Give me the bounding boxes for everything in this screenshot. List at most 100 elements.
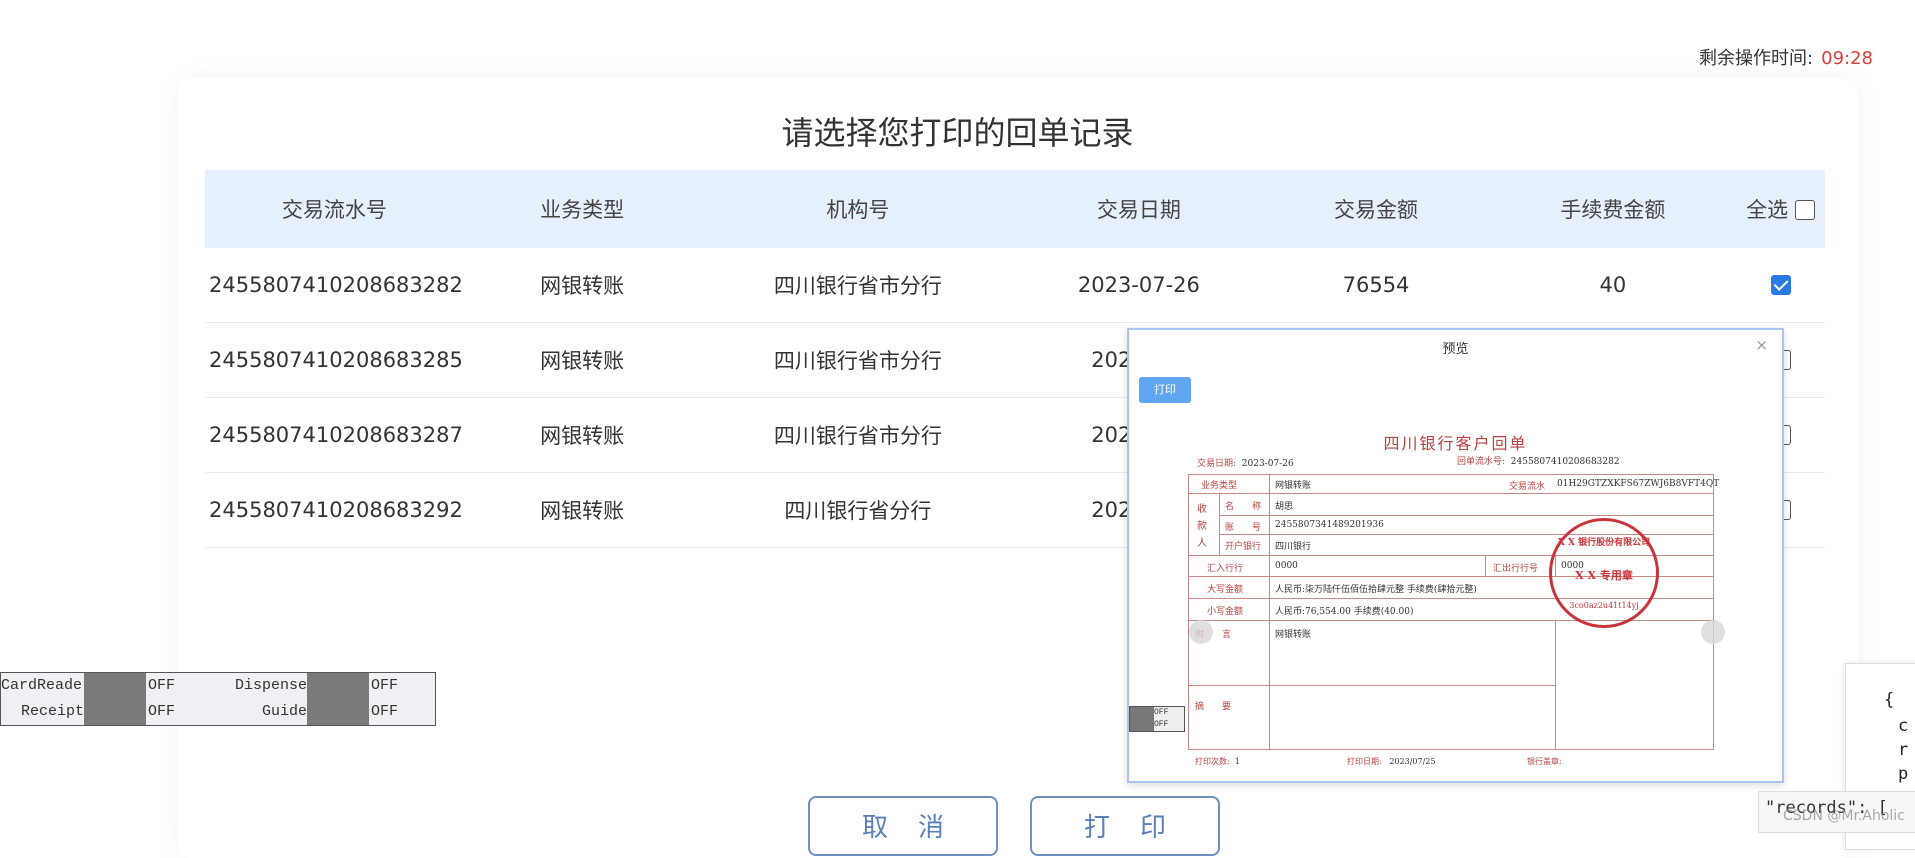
name-label: 名 称 — [1225, 502, 1262, 512]
cell-org: 四川银行省市分行 — [700, 397, 1016, 473]
timer-value: 09:28 — [1821, 48, 1873, 69]
guide-indicator — [307, 699, 369, 725]
col-org: 机构号 — [700, 170, 1016, 248]
receipt-number: 回单流水号: 2455807410208683282 — [1457, 454, 1620, 467]
cell-org: 四川银行省分行 — [700, 472, 1016, 548]
page-title: 请选择您打印的回单记录 — [781, 114, 1134, 152]
biz-type-label: 业务类型 — [1201, 481, 1238, 491]
preview-title: 预览 — [1442, 342, 1469, 357]
guide-state: OFF — [371, 703, 399, 720]
cell-serial: 2455807410208683282 — [205, 248, 464, 323]
cell-type: 网银转账 — [463, 397, 701, 473]
cell-date: 2023-07-26 — [1015, 248, 1263, 323]
print-count-label: 打印次数: — [1195, 757, 1230, 766]
bank-seal-stamp: X X 银行股份有限公司 X X 专用章 3co0az2u41t14yj — [1549, 518, 1659, 628]
mini-state: OFF — [1154, 720, 1169, 729]
receipt-date: 交易日期: 2023-07-26 — [1197, 456, 1294, 469]
seal-top-text: X X 银行股份有限公司 — [1557, 538, 1651, 548]
mini-indicator — [1130, 719, 1154, 731]
summary-label: 摘 要 — [1195, 702, 1232, 712]
cell-org: 四川银行省市分行 — [700, 248, 1016, 323]
mini-state: OFF — [1154, 708, 1169, 717]
bank-seal-label: 银行盖章: — [1527, 757, 1562, 766]
card-reader-state: OFF — [148, 677, 176, 694]
row-checkbox[interactable] — [1770, 275, 1791, 295]
select-all-label: 全选 — [1746, 198, 1789, 222]
cancel-button[interactable]: 取消 — [808, 796, 998, 856]
receipt-date-label: 交易日期: — [1197, 459, 1237, 469]
bank-value: 四川银行 — [1275, 542, 1312, 552]
receipt-state: OFF — [148, 703, 176, 720]
in-bank-label: 汇入行行 — [1207, 564, 1244, 574]
receipt-number-value: 2455807410208683282 — [1510, 457, 1620, 467]
code-line: r — [1898, 740, 1909, 760]
cell-serial: 2455807410208683285 — [205, 322, 464, 398]
print-date: 打印日期: 2023/07/25 — [1347, 756, 1435, 767]
txn-serial-label: 交易流水 — [1509, 482, 1546, 492]
table-row[interactable]: 2455807410208683282 网银转账 四川银行省市分行 2023-0… — [205, 248, 1825, 323]
close-icon[interactable]: × — [1755, 336, 1768, 354]
print-count: 打印次数: 1 — [1195, 756, 1240, 767]
cell-serial: 2455807410208683292 — [205, 472, 464, 548]
amount-upper-value: 人民币:柒万陆仟伍佰伍拾肆元整 手续费(肆拾元整) — [1275, 585, 1477, 595]
biz-type-value: 网银转账 — [1275, 481, 1312, 491]
timer-label: 剩余操作时间: — [1699, 48, 1814, 69]
dispense-label: Dispense — [234, 677, 307, 694]
col-serial: 交易流水号 — [205, 170, 464, 248]
col-type: 业务类型 — [463, 170, 701, 248]
seal-bottom-text: 3co0az2u41t14yj — [1569, 601, 1639, 610]
countdown-timer: 剩余操作时间: 09:28 — [1699, 44, 1873, 70]
name-value: 胡思 — [1275, 502, 1294, 512]
dispense-state: OFF — [371, 677, 399, 694]
bank-label: 开户银行 — [1225, 542, 1262, 552]
seal-mid-text: X X 专用章 — [1575, 569, 1633, 582]
print-date-label: 打印日期: — [1347, 757, 1382, 766]
card-reader-label: CardReader — [1, 677, 92, 694]
amount-lower-value: 人民币:76,554.00 手续费(40.00) — [1275, 607, 1414, 617]
payee-label: 收款人 — [1197, 504, 1207, 549]
cell-fee: 40 — [1489, 248, 1737, 323]
print-button[interactable]: 打印 — [1030, 796, 1220, 856]
device-status-panel: CardReader OFF Dispense OFF Receipt OFF … — [0, 672, 436, 726]
select-all[interactable]: 全选 — [1736, 170, 1825, 248]
watermark: CSDN @Mr.Aholic — [1783, 808, 1905, 824]
in-bank-value: 0000 — [1275, 561, 1298, 571]
dispense-indicator — [307, 673, 369, 699]
code-line: { — [1884, 690, 1895, 710]
code-line: p — [1898, 764, 1909, 784]
amount-lower-label: 小写金额 — [1207, 607, 1244, 617]
code-line: c — [1898, 716, 1909, 736]
print-count-value: 1 — [1234, 757, 1240, 766]
receipt-indicator — [84, 699, 146, 725]
preview-print-button[interactable]: 打印 — [1139, 377, 1191, 403]
table-header-row: 交易流水号 业务类型 机构号 交易日期 交易金额 手续费金额 全选 — [205, 170, 1825, 248]
cell-select — [1736, 248, 1825, 323]
preview-dialog: 预览 × 打印 OFF OFF 四川银行客户回单 交易日期: 2023-07-2… — [1127, 328, 1784, 783]
cell-serial: 2455807410208683287 — [205, 397, 464, 473]
nav-prev-handle[interactable] — [1189, 620, 1213, 644]
cell-type: 网银转账 — [463, 322, 701, 398]
mini-status-panel: OFF OFF — [1129, 706, 1185, 732]
cell-type: 网银转账 — [463, 248, 701, 323]
cell-amount: 76554 — [1262, 248, 1490, 323]
col-date: 交易日期 — [1015, 170, 1263, 248]
receipt-number-label: 回单流水号: — [1457, 457, 1506, 467]
card-reader-indicator — [84, 673, 146, 699]
receipt-title: 四川银行客户回单 — [1383, 434, 1528, 453]
attach-value: 网银转账 — [1275, 630, 1312, 640]
print-date-value: 2023/07/25 — [1389, 757, 1436, 766]
out-bank-label: 汇出行行号 — [1493, 564, 1539, 574]
account-value: 2455807341489201936 — [1275, 520, 1384, 530]
nav-next-handle[interactable] — [1701, 620, 1725, 644]
select-all-checkbox[interactable] — [1794, 200, 1815, 220]
txn-serial-value: 01H29GTZXKFS67ZWJ6B8VFT4QT — [1557, 479, 1720, 489]
mini-indicator — [1130, 707, 1154, 719]
receipt-label: Receipt — [20, 703, 84, 720]
guide-label: Guide — [261, 703, 307, 720]
col-amount: 交易金额 — [1262, 170, 1490, 248]
cell-org: 四川银行省市分行 — [700, 322, 1016, 398]
receipt-date-value: 2023-07-26 — [1241, 459, 1294, 469]
col-fee: 手续费金额 — [1489, 170, 1737, 248]
account-label: 账 号 — [1225, 523, 1262, 533]
amount-upper-label: 大写金额 — [1207, 585, 1244, 595]
